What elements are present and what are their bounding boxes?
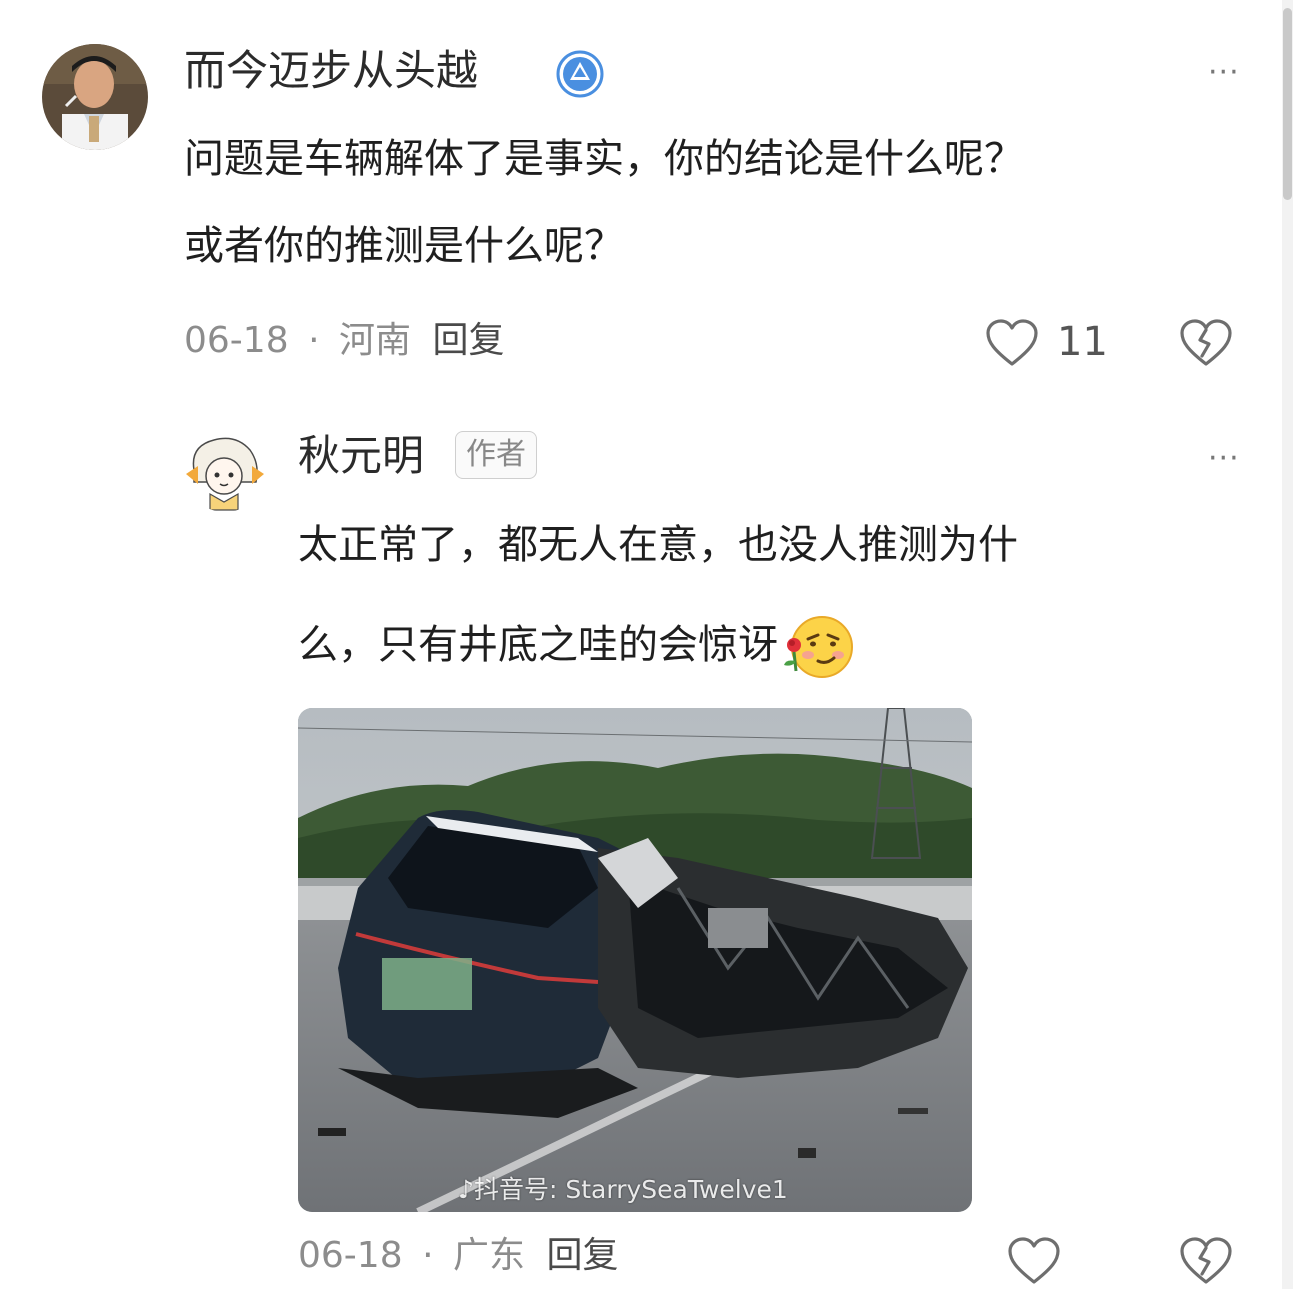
reply-text-line-1: 太正常了，都无人在意，也没人推测为什 bbox=[298, 522, 1018, 568]
reply-button[interactable]: 回复 bbox=[432, 320, 504, 361]
comment-image[interactable]: ♪抖音号: StarrySeaTwelve1 bbox=[298, 708, 972, 1212]
like-count: 11 bbox=[1057, 319, 1108, 365]
like-heart-icon[interactable] bbox=[984, 318, 1040, 370]
watermark-platform: 抖音号: bbox=[473, 1175, 558, 1204]
dislike-broken-heart-icon[interactable] bbox=[1178, 318, 1234, 370]
verified-badge-icon bbox=[556, 50, 604, 98]
reply-text-line-2-text: 么，只有井底之哇的会惊讶 bbox=[298, 622, 778, 668]
avatar[interactable] bbox=[184, 430, 266, 512]
comment-location: 河南 bbox=[338, 320, 411, 361]
image-watermark: ♪抖音号: StarrySeaTwelve1 bbox=[458, 1170, 788, 1206]
crashed-car-photo bbox=[298, 708, 972, 1212]
reply-date: 06-18 bbox=[298, 1235, 403, 1276]
smirk-rose-emoji-icon bbox=[780, 611, 856, 683]
more-options-button[interactable]: ··· bbox=[1208, 58, 1240, 88]
username[interactable]: 而今迈步从头越 bbox=[184, 50, 478, 92]
like-heart-icon[interactable] bbox=[1006, 1236, 1062, 1288]
comment-text-line-2: 或者你的推测是什么呢？ bbox=[184, 223, 624, 269]
avatar[interactable] bbox=[42, 44, 148, 150]
tiktok-logo-icon: ♪ bbox=[458, 1175, 474, 1204]
comment-meta: 06-18 · 河南 回复 bbox=[184, 323, 504, 359]
reply-location: 广东 bbox=[452, 1235, 525, 1276]
meta-separator: · bbox=[422, 1235, 434, 1276]
username[interactable]: 秋元明 bbox=[298, 435, 424, 477]
dislike-broken-heart-icon[interactable] bbox=[1178, 1236, 1234, 1288]
meta-separator: · bbox=[308, 320, 320, 361]
watermark-id: StarrySeaTwelve1 bbox=[565, 1175, 788, 1204]
more-options-button[interactable]: ··· bbox=[1208, 444, 1240, 474]
reply-text-line-2: 么，只有井底之哇的会惊讶 bbox=[298, 602, 856, 689]
scrollbar-thumb[interactable] bbox=[1283, 8, 1292, 200]
comment-date: 06-18 bbox=[184, 320, 289, 361]
author-badge: 作者 bbox=[455, 431, 537, 479]
reply-meta: 06-18 · 广东 回复 bbox=[298, 1238, 618, 1274]
comment-text-line-1: 问题是车辆解体了是事实，你的结论是什么呢？ bbox=[184, 136, 1024, 182]
reply-button[interactable]: 回复 bbox=[546, 1235, 618, 1276]
